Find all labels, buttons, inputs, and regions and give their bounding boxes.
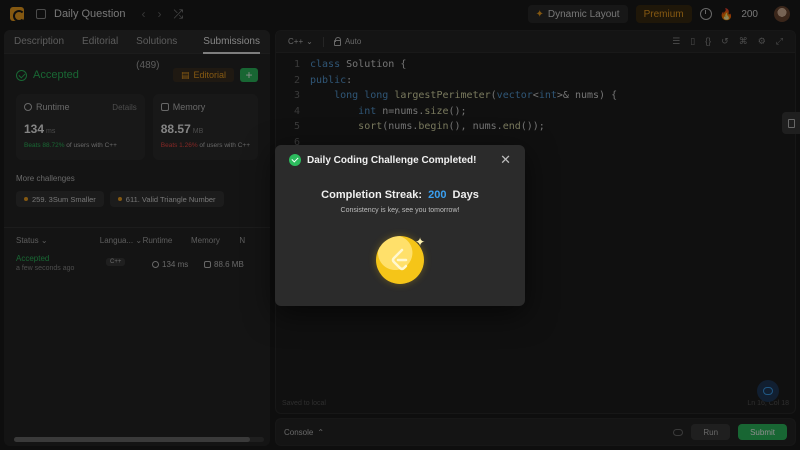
challenge-completed-modal: Daily Coding Challenge Completed! ✕ Comp… — [275, 145, 525, 306]
sparkle-icon: ✦ — [415, 235, 426, 249]
modal-subtitle: Consistency is key, see you tomorrow! — [340, 207, 460, 214]
close-icon[interactable]: ✕ — [500, 152, 511, 168]
leetcode-coin-logo-icon — [391, 248, 408, 271]
streak-line: Completion Streak: 200 Days — [275, 189, 525, 201]
modal-title: Daily Coding Challenge Completed! — [307, 154, 477, 166]
modal-header: Daily Coding Challenge Completed! ✕ — [275, 145, 525, 175]
streak-prefix: Completion Streak: — [321, 189, 423, 201]
streak-value: 200 — [428, 189, 447, 201]
check-circle-icon — [289, 154, 301, 166]
streak-suffix: Days — [452, 189, 479, 201]
